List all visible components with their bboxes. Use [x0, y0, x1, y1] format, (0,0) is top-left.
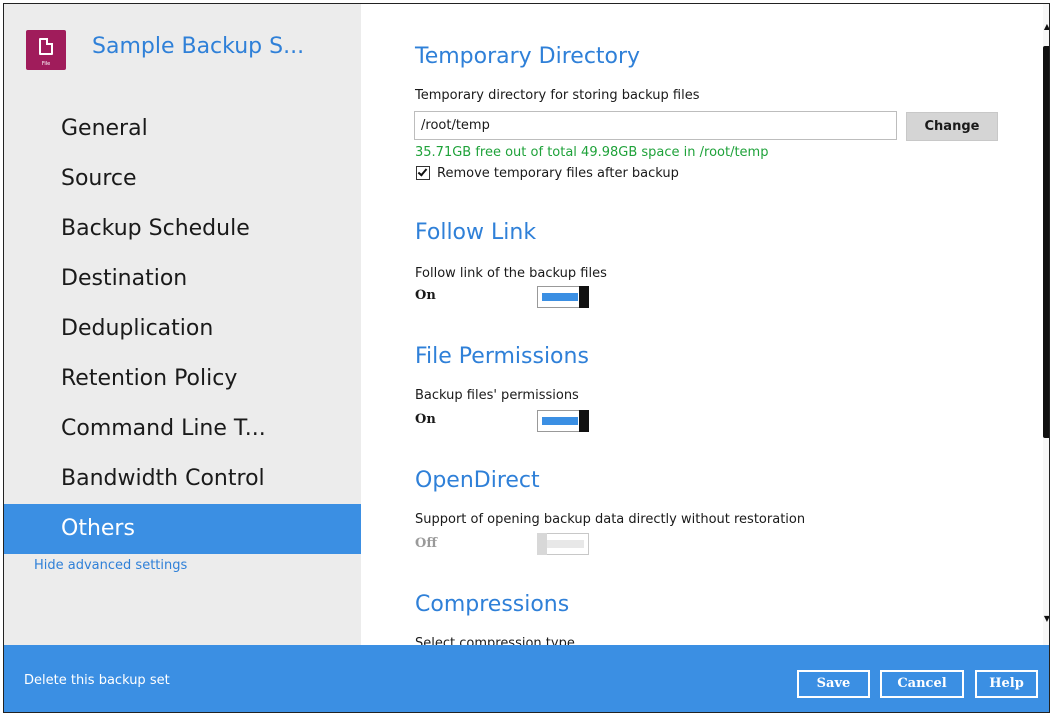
- file-permissions-label: Backup files' permissions: [415, 388, 579, 403]
- opendirect-state: Off: [415, 536, 437, 551]
- backup-settings-window: File Sample Backup S... General Source B…: [3, 3, 1050, 713]
- sidebar-item-command-line-tool[interactable]: Command Line T...: [4, 404, 361, 454]
- follow-link-state: On: [415, 288, 436, 303]
- opendirect-label: Support of opening backup data directly …: [415, 512, 806, 527]
- file-permissions-toggle[interactable]: [537, 410, 589, 432]
- sidebar-item-destination[interactable]: Destination: [4, 254, 361, 304]
- scroll-down-arrow-icon[interactable]: ▼: [1043, 614, 1049, 623]
- settings-nav: General Source Backup Schedule Destinati…: [4, 104, 361, 554]
- app-icon-tag: File: [41, 61, 51, 67]
- remove-temp-files-label: Remove temporary files after backup: [437, 166, 679, 181]
- sidebar: File Sample Backup S... General Source B…: [4, 4, 361, 645]
- toggle-knob: [579, 286, 589, 308]
- help-button[interactable]: Help: [975, 670, 1038, 698]
- hide-advanced-settings-link[interactable]: Hide advanced settings: [34, 558, 187, 573]
- toggle-knob: [579, 410, 589, 432]
- cancel-button[interactable]: Cancel: [880, 670, 964, 698]
- follow-link-heading: Follow Link: [415, 220, 537, 245]
- scroll-up-arrow-icon[interactable]: ▲: [1043, 22, 1049, 31]
- delete-backup-set-link[interactable]: Delete this backup set: [24, 673, 170, 688]
- sidebar-item-bandwidth-control[interactable]: Bandwidth Control: [4, 454, 361, 504]
- save-button[interactable]: Save: [797, 670, 870, 698]
- sidebar-item-source[interactable]: Source: [4, 154, 361, 204]
- toggle-track: [542, 293, 578, 301]
- settings-panel: Temporary Directory Temporary directory …: [361, 4, 1049, 645]
- change-directory-button[interactable]: Change: [906, 112, 998, 141]
- temporary-directory-label: Temporary directory for storing backup f…: [415, 88, 700, 103]
- file-permissions-state: On: [415, 412, 436, 427]
- free-space-text: 35.71GB free out of total 49.98GB space …: [415, 145, 769, 160]
- follow-link-toggle[interactable]: [537, 286, 589, 308]
- toggle-knob: [537, 533, 547, 555]
- app-header: File Sample Backup S...: [26, 30, 356, 70]
- sidebar-item-backup-schedule[interactable]: Backup Schedule: [4, 204, 361, 254]
- file-permissions-heading: File Permissions: [415, 344, 589, 369]
- remove-temp-files-checkbox[interactable]: [416, 166, 430, 180]
- temporary-directory-heading: Temporary Directory: [415, 44, 641, 69]
- sidebar-item-deduplication[interactable]: Deduplication: [4, 304, 361, 354]
- sidebar-item-retention-policy[interactable]: Retention Policy: [4, 354, 361, 404]
- sidebar-item-general[interactable]: General: [4, 104, 361, 154]
- toggle-track: [546, 540, 584, 548]
- follow-link-label: Follow link of the backup files: [415, 266, 607, 281]
- toggle-track: [542, 417, 578, 425]
- backup-set-title: Sample Backup S...: [92, 34, 305, 59]
- scrollbar-thumb[interactable]: [1043, 46, 1049, 438]
- compressions-label: Select compression type: [415, 636, 575, 645]
- footer-bar: Delete this backup set Save Cancel Help: [4, 645, 1049, 712]
- opendirect-toggle[interactable]: [537, 533, 589, 555]
- temporary-directory-input[interactable]: [414, 111, 897, 140]
- sidebar-item-others[interactable]: Others: [4, 504, 361, 554]
- file-document-icon: File: [26, 30, 66, 70]
- checkmark-icon: [417, 166, 428, 177]
- opendirect-heading: OpenDirect: [415, 468, 540, 493]
- compressions-heading: Compressions: [415, 592, 570, 617]
